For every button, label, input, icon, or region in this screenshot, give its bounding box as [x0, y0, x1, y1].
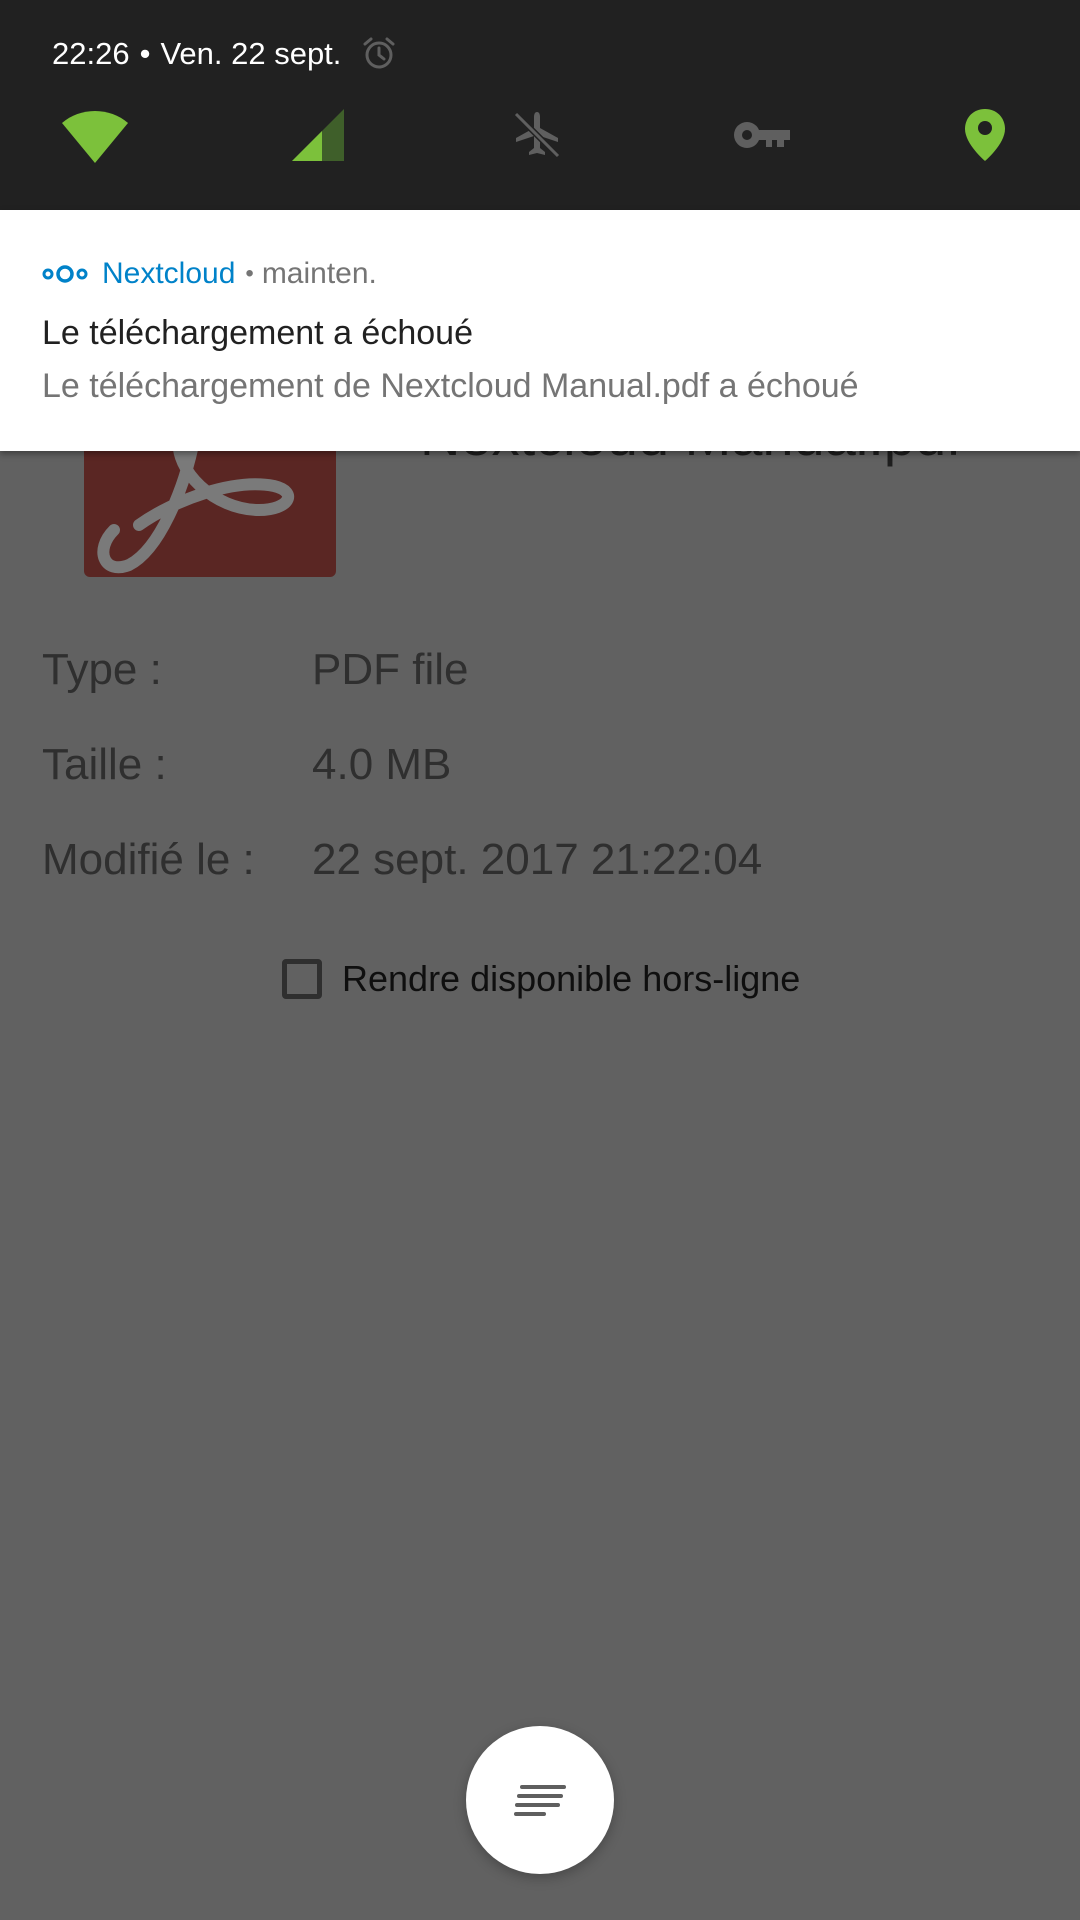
qs-tile-location[interactable]: [945, 100, 1025, 170]
cell-signal-icon: [292, 109, 344, 161]
offline-label: Rendre disponible hors-ligne: [342, 958, 801, 999]
key-icon: [734, 122, 790, 148]
notification-title: Le téléchargement a échoué: [42, 314, 473, 352]
separator: •: [245, 260, 254, 287]
qs-tile-airplane-mode[interactable]: [497, 100, 577, 170]
location-pin-icon: [965, 109, 1005, 161]
detail-value: PDF file: [312, 645, 469, 694]
wifi-icon: [62, 111, 128, 163]
alarm-clock-icon[interactable]: [361, 36, 397, 72]
detail-label: Modifié le :: [42, 835, 255, 884]
notification-time: mainten.: [261, 257, 377, 290]
date[interactable]: Ven. 22 sept.: [160, 36, 341, 72]
offline-toggle[interactable]: Rendre disponible hors-ligne: [282, 954, 800, 1004]
qs-tile-mobile-data[interactable]: [278, 100, 358, 170]
airplane-off-icon: [513, 111, 561, 159]
download-failed-notification[interactable]: Nextcloud • mainten. Le téléchargement a…: [0, 210, 1080, 451]
detail-label: Type :: [42, 645, 162, 694]
offline-checkbox[interactable]: [282, 959, 322, 999]
notification-header: Nextcloud • mainten.: [42, 254, 377, 294]
notes-lines-icon: [514, 1785, 566, 1816]
status-header: 22:26 • Ven. 22 sept.: [52, 34, 397, 74]
nextcloud-logo-icon: [42, 265, 88, 283]
detail-label: Taille :: [42, 740, 167, 789]
notification-shade: 22:26 • Ven. 22 sept.: [0, 0, 1080, 210]
qs-tile-wifi[interactable]: [55, 100, 135, 170]
clock: 22:26: [52, 36, 130, 71]
separator: •: [139, 36, 151, 71]
notification-text: Le téléchargement de Nextcloud Manual.pd…: [42, 367, 859, 405]
detail-value: 4.0 MB: [312, 740, 452, 789]
notes-button[interactable]: [466, 1726, 614, 1874]
notification-app-name: Nextcloud: [102, 257, 236, 290]
detail-value: 22 sept. 2017 21:22:04: [312, 835, 763, 884]
quick-settings-row: [0, 100, 1080, 170]
qs-tile-vpn[interactable]: [722, 100, 802, 170]
